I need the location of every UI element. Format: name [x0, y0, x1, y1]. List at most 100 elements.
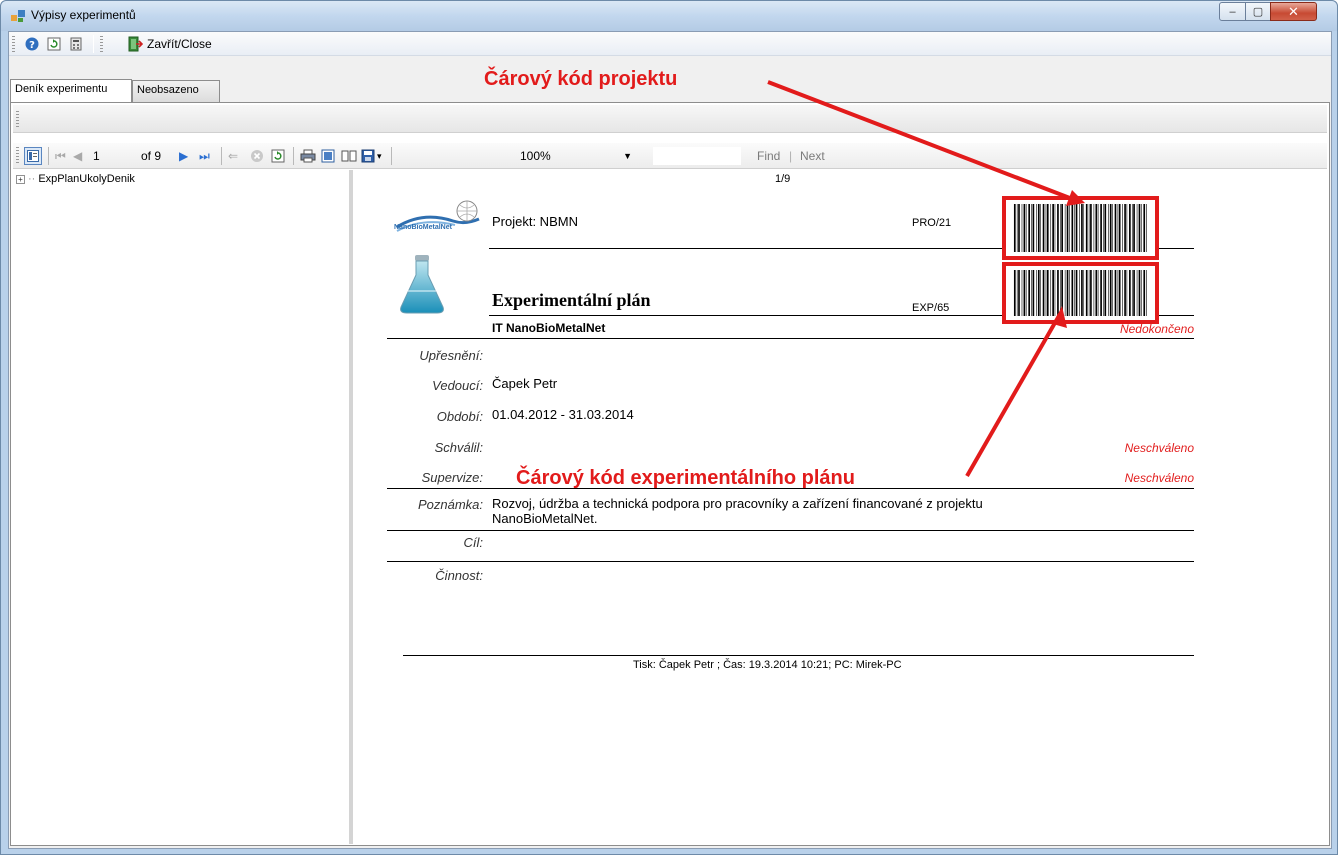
page-setup-icon[interactable] — [341, 147, 357, 165]
toolbar-separator — [221, 147, 222, 165]
app-window: Výpisy experimentů ‒ ▢ ✕ ? Zavřít/Close — [0, 0, 1338, 855]
barcode-bar — [1126, 204, 1128, 252]
barcode-bar — [1100, 204, 1102, 252]
find-link[interactable]: Find — [757, 149, 780, 163]
close-window-button[interactable]: ✕ — [1270, 2, 1317, 21]
back-icon[interactable]: ⇐ — [228, 147, 238, 165]
tab-label: Deník experimentu — [15, 83, 108, 95]
barcode-bar — [1050, 270, 1052, 316]
barcode-bar — [1093, 270, 1095, 316]
maximize-button[interactable]: ▢ — [1245, 2, 1271, 21]
barcode-bar — [1032, 204, 1035, 252]
barcode-bar — [1040, 204, 1041, 252]
window-title: Výpisy experimentů — [31, 8, 136, 22]
project-label: Projekt: NBMN — [492, 214, 578, 229]
barcode-bar — [1088, 270, 1090, 316]
barcode-bar — [1112, 270, 1113, 316]
barcode-bar — [1118, 270, 1121, 316]
barcode-bar — [1117, 204, 1119, 252]
vedouci-value: Čapek Petr — [492, 376, 558, 391]
barcode-bar — [1146, 270, 1147, 316]
toolbar-separator — [391, 147, 392, 165]
client-area: ? Zavřít/Close Deník experimentu Neobsaz… — [8, 31, 1332, 849]
barcode-bar — [1124, 270, 1126, 316]
barcode-bar — [1143, 204, 1146, 252]
first-page-icon[interactable]: ⏮ — [55, 147, 66, 165]
barcode-bar — [1146, 204, 1147, 252]
barcode-bar — [1069, 270, 1070, 316]
toolbar-grip[interactable] — [16, 147, 19, 163]
barcode-bar — [1016, 270, 1018, 316]
minimize-button[interactable]: ‒ — [1219, 2, 1246, 21]
next-page-icon[interactable]: ▶ — [179, 147, 188, 165]
status-badge: Nedokončeno — [1119, 322, 1194, 336]
refresh-icon[interactable] — [45, 35, 63, 53]
last-page-icon[interactable]: ⏭ — [199, 147, 210, 165]
experiment-code: EXP/65 — [912, 302, 950, 314]
find-separator: | — [789, 149, 793, 163]
stop-icon[interactable] — [250, 147, 264, 165]
barcode-bar — [1079, 270, 1080, 316]
barcode-bar — [1060, 204, 1061, 252]
refresh-report-icon[interactable] — [271, 147, 285, 165]
barcode-bar — [1095, 270, 1098, 316]
barcode-bar — [1023, 270, 1026, 316]
report-subtitle: IT NanoBioMetalNet — [492, 321, 606, 335]
tab-denik-experimentu[interactable]: Deník experimentu — [10, 79, 132, 102]
barcode-bar — [1138, 270, 1141, 316]
barcode-bar — [1052, 270, 1054, 316]
tab-neobsazeno[interactable]: Neobsazeno — [132, 80, 220, 102]
help-icon[interactable]: ? — [23, 35, 41, 53]
plan-barcode — [1002, 262, 1159, 324]
tree-connector: ·· — [28, 173, 36, 185]
barcode-bar — [1138, 204, 1141, 252]
plan-barcode-annotation: Čárový kód experimentálního plánu — [516, 467, 855, 489]
page-number-input[interactable]: 1 — [93, 147, 133, 165]
document-map-toggle-icon[interactable] — [24, 147, 42, 165]
barcode-bar — [1016, 204, 1018, 252]
svg-text:?: ? — [29, 40, 35, 51]
calculator-icon[interactable] — [67, 35, 85, 53]
barcode-bar — [1081, 204, 1083, 252]
barcode-bar — [1136, 204, 1138, 252]
zoom-value: 100% — [520, 149, 551, 163]
barcode-bar — [1129, 270, 1131, 316]
toolbar-grip[interactable] — [12, 36, 15, 52]
barcode-bar — [1040, 270, 1041, 316]
barcode-bar — [1032, 270, 1035, 316]
close-button[interactable]: Zavřít/Close — [127, 35, 212, 53]
barcode-bar — [1071, 204, 1074, 252]
barcode-bar — [1037, 204, 1040, 252]
next-link[interactable]: Next — [800, 149, 825, 163]
previous-page-icon[interactable]: ◀ — [73, 147, 82, 165]
save-dropdown-icon[interactable]: ▾ — [377, 147, 382, 165]
expand-icon[interactable]: + — [16, 174, 25, 184]
print-layout-icon[interactable] — [321, 147, 335, 165]
barcode-bar — [1025, 270, 1027, 316]
barcode-bar — [1103, 204, 1104, 252]
barcode-bar — [1112, 204, 1113, 252]
barcode-bar — [1093, 204, 1095, 252]
barcode-bar — [1090, 204, 1092, 252]
barcode-bar — [1054, 270, 1056, 316]
toolbar-grip[interactable] — [100, 36, 103, 52]
zoom-select[interactable]: 100% ▼ — [516, 147, 636, 165]
barcode-bar — [1133, 204, 1135, 252]
report-page: 1/9 NanoBioMetalNet Projekt: NBMN PRO/21 — [357, 170, 1327, 844]
barcode-bar — [1124, 204, 1126, 252]
report-title: Experimentální plán — [492, 290, 651, 310]
barcode-bar — [1021, 204, 1023, 252]
find-input[interactable] — [653, 147, 741, 165]
exit-icon — [128, 36, 143, 52]
tree-node-root[interactable]: + ·· ExpPlanUkolyDenik — [16, 173, 135, 185]
logo-text: NanoBioMetalNet — [394, 224, 452, 231]
footer-divider — [403, 655, 1194, 656]
barcode-bar — [1037, 270, 1040, 316]
toolbar-grip[interactable] — [16, 111, 19, 127]
print-icon[interactable] — [300, 147, 316, 165]
save-icon[interactable] — [361, 147, 375, 165]
barcode-bar — [1114, 270, 1117, 316]
barcode-bar — [1045, 270, 1047, 316]
flask-icon — [397, 253, 447, 315]
barcode-bar — [1057, 270, 1059, 316]
